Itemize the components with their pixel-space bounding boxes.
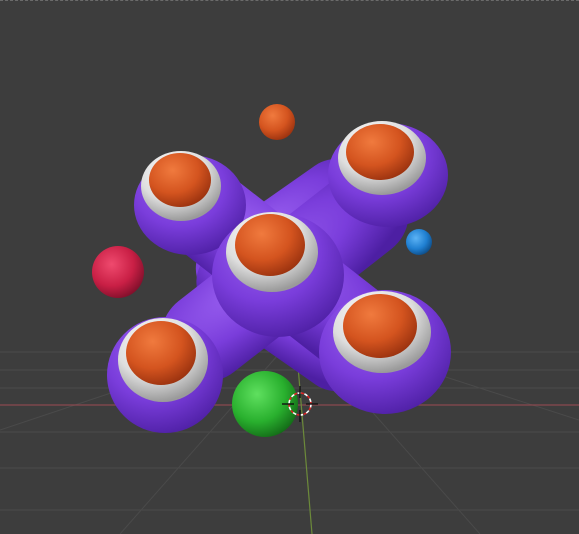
viewport-canvas[interactable] [0,0,579,534]
blue-sphere[interactable] [406,229,432,255]
cap-bottom-left [118,318,208,402]
red-sphere[interactable] [92,246,144,298]
orange-sphere[interactable] [259,104,295,140]
cap-bottom-right [333,291,431,373]
cap-top-right [338,121,426,195]
3d-viewport[interactable] [0,0,579,534]
cap-top-left [141,151,221,221]
cap-center [226,212,318,292]
